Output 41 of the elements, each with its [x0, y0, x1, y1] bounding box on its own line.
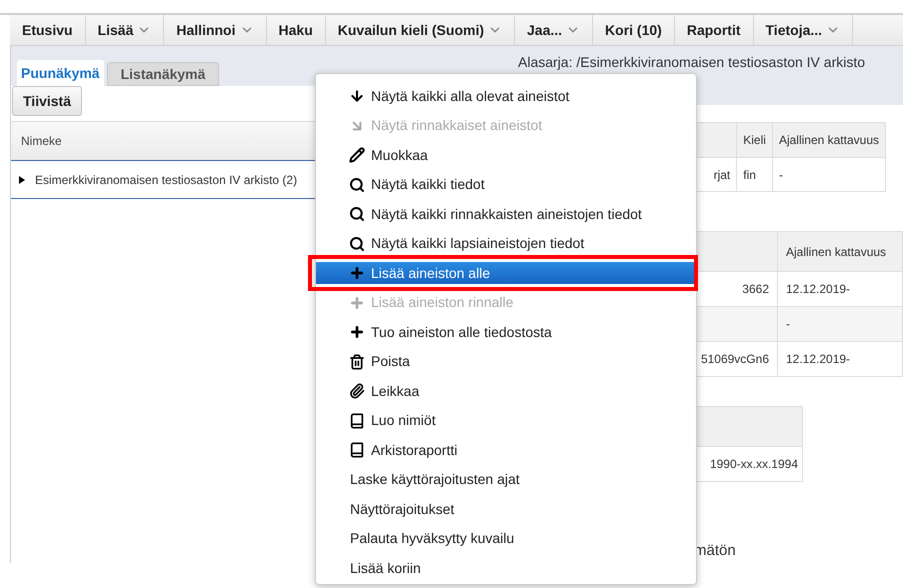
search-icon: [349, 236, 365, 252]
menu-item[interactable]: Leikkaa: [316, 380, 696, 402]
menu-item[interactable]: Lisää koriin: [316, 557, 696, 579]
menu-item[interactable]: Näytä kaikki alla olevat aineistot: [316, 85, 696, 107]
nav-menu-item[interactable]: Tietoja...: [754, 15, 854, 45]
plus-icon: [349, 265, 365, 281]
column-header: Kieli: [736, 122, 772, 158]
view-tab[interactable]: Listanäkymä: [106, 62, 220, 86]
expand-toggle-icon[interactable]: [19, 176, 25, 184]
search-icon: [349, 206, 365, 222]
nav-menu-item[interactable]: Kuvailun kieli (Suomi): [326, 15, 515, 45]
nav-menu-item[interactable]: Jaa...: [515, 15, 594, 45]
table-cell: 12.12.2019-: [778, 342, 902, 376]
nav-menu-item[interactable]: Raportit: [674, 15, 754, 45]
menu-item[interactable]: Näyttörajoitukset: [316, 498, 696, 520]
nav-menu-item[interactable]: Hallinnoi: [164, 15, 267, 45]
search-icon: [349, 176, 365, 192]
menu-item[interactable]: Näytä kaikki rinnakkaisten aineistojen tiedot: [316, 203, 696, 225]
menu-item[interactable]: Tuo aineiston alle tiedostosta: [316, 321, 696, 343]
nav-menu-item[interactable]: Kori (10): [593, 15, 675, 45]
nav-menu-item[interactable]: Etusivu: [10, 15, 86, 45]
paperclip-icon: [349, 383, 365, 399]
nav-menu-item[interactable]: Lisää: [86, 15, 164, 45]
menu-item[interactable]: Näytä kaikki lapsiaineistojen tiedot: [316, 232, 696, 254]
column-header: Ajallinen kattavuus: [778, 232, 902, 272]
plus-icon: [349, 294, 365, 310]
plus-icon: [349, 324, 365, 340]
pencil-icon: [349, 147, 365, 163]
column-header: Ajallinen kattavuus: [772, 122, 886, 158]
view-tab[interactable]: Puunäkymä: [17, 60, 104, 86]
menu-item[interactable]: Luo nimiöt: [316, 410, 696, 432]
trash-icon: [349, 354, 365, 370]
breadcrumb-path: Alasarja: /Esimerkkiviranomaisen testiosaston IV arkisto: [518, 54, 866, 70]
menu-item[interactable]: Lisää aineiston alle: [316, 262, 696, 284]
table-cell: fin: [736, 158, 772, 192]
nav-menu-item[interactable]: Haku: [266, 15, 326, 45]
book-icon: [349, 442, 365, 458]
collapse-button[interactable]: Tiivistä: [12, 86, 82, 116]
menu-item[interactable]: Palauta hyväksytty kuvailu: [316, 528, 696, 550]
table-cell: -: [772, 158, 886, 192]
book-icon: [349, 412, 365, 428]
